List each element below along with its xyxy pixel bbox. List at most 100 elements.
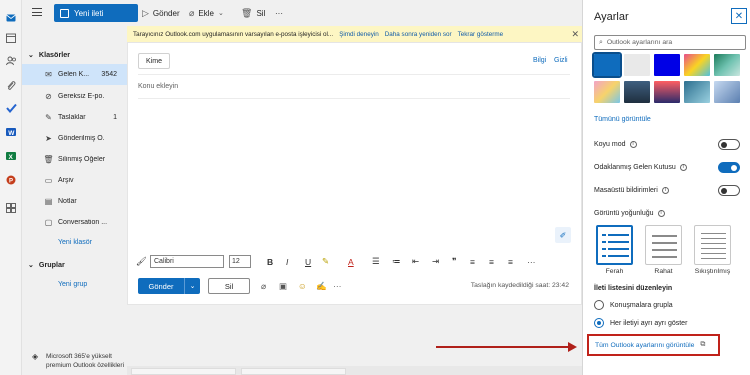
align-left-icon[interactable]: ≡ bbox=[470, 255, 475, 268]
folder-item-junk[interactable]: ⊘ Gereksiz E-po... bbox=[22, 86, 127, 107]
info-icon[interactable]: i bbox=[657, 209, 665, 217]
conversation-title: İleti listesini düzenleyin bbox=[594, 284, 673, 292]
folder-item-archive[interactable]: ▭ Arşiv bbox=[22, 170, 127, 191]
underline-icon[interactable]: U bbox=[305, 255, 311, 268]
close-icon[interactable]: ✕ bbox=[571, 29, 579, 40]
to-button[interactable]: Kime bbox=[138, 53, 170, 69]
theme-swatch-dark-blue[interactable] bbox=[654, 54, 680, 76]
emoji-icon[interactable]: ☺ bbox=[298, 281, 307, 291]
minimized-tab[interactable] bbox=[131, 368, 236, 375]
view-all-settings-link[interactable]: Tüm Outlook ayarlarını görüntüle ⧉ bbox=[587, 334, 720, 356]
delete-button[interactable]: 🗑 Sil bbox=[241, 4, 265, 22]
send-toolbar-button[interactable]: ▷ Gönder bbox=[142, 4, 180, 22]
close-icon[interactable]: ✕ bbox=[731, 8, 747, 24]
new-group-link[interactable]: Yeni grup bbox=[58, 281, 87, 288]
theme-swatch-blue[interactable] bbox=[592, 52, 622, 78]
folder-item-conversation[interactable]: ▢ Conversation ... bbox=[22, 212, 127, 233]
hamburger-menu-icon[interactable] bbox=[32, 8, 42, 16]
desktop-notifications-toggle[interactable] bbox=[718, 185, 740, 196]
apps-icon[interactable] bbox=[5, 202, 17, 214]
ask-later-link[interactable]: Daha sonra yeniden sor bbox=[385, 31, 452, 38]
density-line bbox=[701, 258, 726, 259]
theme-swatch-mountain[interactable] bbox=[624, 81, 650, 103]
radio-button-selected[interactable] bbox=[594, 318, 604, 328]
view-all-settings-label: Tüm Outlook ayarlarını görüntüle bbox=[595, 341, 695, 349]
numbering-icon[interactable]: ≔ bbox=[392, 255, 401, 268]
theme-swatch-gray[interactable] bbox=[624, 54, 650, 76]
discard-button[interactable]: Sil bbox=[208, 278, 250, 294]
density-option-rahat[interactable] bbox=[645, 225, 682, 265]
theme-swatch-sunset[interactable] bbox=[654, 81, 680, 103]
subject-input[interactable]: Konu ekleyin bbox=[138, 83, 178, 90]
info-icon[interactable]: i bbox=[629, 140, 637, 148]
more-formatting-icon[interactable]: ··· bbox=[527, 255, 536, 268]
more-options-icon[interactable]: ··· bbox=[333, 281, 342, 291]
format-paint-icon[interactable]: ✐ bbox=[555, 227, 571, 243]
calendar-icon[interactable] bbox=[5, 32, 17, 44]
people-icon[interactable] bbox=[5, 55, 17, 67]
editor-icon[interactable]: ✍ bbox=[316, 281, 327, 292]
font-size-select[interactable]: 12 bbox=[229, 255, 251, 268]
quote-icon[interactable]: ❞ bbox=[452, 255, 457, 268]
never-show-link[interactable]: Tekrar gösterme bbox=[458, 31, 504, 38]
font-select[interactable]: Calibri bbox=[150, 255, 224, 268]
folder-item-drafts[interactable]: ✎ Taslaklar 1 bbox=[22, 107, 127, 128]
more-actions-button[interactable]: ··· bbox=[275, 4, 283, 22]
theme-swatch-circuit[interactable] bbox=[684, 81, 710, 103]
outdent-icon[interactable]: ⇤ bbox=[412, 255, 419, 268]
bcc-link[interactable]: Gizli bbox=[554, 57, 568, 64]
separate-messages-option[interactable]: Her iletiyi ayrı ayrı göster bbox=[594, 318, 687, 328]
focused-inbox-toggle[interactable] bbox=[718, 162, 740, 173]
minimized-tab[interactable] bbox=[241, 368, 346, 375]
bold-icon[interactable]: B bbox=[267, 255, 273, 268]
format-painter-icon[interactable]: 🖌 bbox=[136, 255, 147, 268]
cc-link[interactable]: Bilgi bbox=[533, 57, 546, 64]
new-mail-button[interactable]: Yeni ileti bbox=[54, 4, 138, 22]
group-conversations-option[interactable]: Konuşmalara grupla bbox=[594, 300, 673, 310]
attach-button[interactable]: ⌀ Ekle ⌄ bbox=[189, 4, 224, 22]
diamond-icon: ◈ bbox=[32, 352, 39, 361]
highlight-icon[interactable]: ✎ bbox=[322, 255, 329, 268]
info-icon[interactable]: i bbox=[679, 163, 687, 171]
folder-item-inbox[interactable]: ✉ Gelen K... 3542 bbox=[22, 64, 127, 85]
indent-icon[interactable]: ⇥ bbox=[432, 255, 439, 268]
send-button[interactable]: Gönder ⌄ bbox=[138, 278, 200, 294]
font-color-icon[interactable]: A bbox=[348, 255, 354, 268]
theme-swatch-pastel[interactable] bbox=[594, 81, 620, 103]
folder-item-sent[interactable]: ➤ Gönderilmiş Ö... bbox=[22, 128, 127, 149]
density-option-ferah[interactable] bbox=[596, 225, 633, 265]
message-body[interactable] bbox=[138, 103, 570, 248]
info-icon[interactable]: i bbox=[661, 186, 669, 194]
radio-button[interactable] bbox=[594, 300, 604, 310]
annotation-arrow-head bbox=[568, 342, 577, 352]
folder-label: Taslaklar bbox=[58, 114, 86, 121]
folder-item-deleted[interactable]: 🗑 Silinmiş Öğeler bbox=[22, 149, 127, 170]
align-right-icon[interactable]: ≡ bbox=[508, 255, 513, 268]
banner-text: Tarayıcınız Outlook.com uygulamasının va… bbox=[133, 30, 334, 38]
settings-search-input[interactable]: ⌕ Outlook ayarlarını ara bbox=[594, 35, 746, 50]
dark-mode-toggle[interactable] bbox=[718, 139, 740, 150]
new-folder-link[interactable]: Yeni klasör bbox=[58, 239, 92, 246]
todo-icon[interactable] bbox=[5, 102, 17, 114]
folder-item-notes[interactable]: ▤ Notlar bbox=[22, 191, 127, 212]
italic-icon[interactable]: I bbox=[286, 255, 288, 268]
chevron-down-icon[interactable]: ⌄ bbox=[184, 278, 200, 294]
theme-swatch-nature[interactable] bbox=[714, 54, 740, 76]
show-all-themes-link[interactable]: Tümünü görüntüle bbox=[594, 116, 651, 123]
density-option-compact[interactable] bbox=[694, 225, 731, 265]
mail-icon[interactable] bbox=[5, 12, 17, 24]
folders-header[interactable]: ⌄ Klasörler bbox=[28, 50, 70, 59]
insert-image-icon[interactable]: ▣ bbox=[279, 281, 287, 292]
powerpoint-icon[interactable]: P bbox=[5, 174, 17, 186]
try-now-link[interactable]: Şimdi deneyin bbox=[339, 31, 379, 38]
premium-upsell[interactable]: ◈ Microsoft 365'e yükselt premium Outloo… bbox=[32, 352, 127, 370]
excel-icon[interactable]: X bbox=[5, 150, 17, 162]
bullets-icon[interactable]: ☰ bbox=[372, 255, 380, 268]
align-center-icon[interactable]: ≡ bbox=[489, 255, 494, 268]
word-icon[interactable]: W bbox=[5, 126, 17, 138]
groups-header[interactable]: ⌄ Gruplar bbox=[28, 260, 65, 269]
attachment-icon[interactable] bbox=[5, 80, 17, 92]
theme-swatch-colorful[interactable] bbox=[684, 54, 710, 76]
theme-swatch-lines[interactable] bbox=[714, 81, 740, 103]
attach-file-icon[interactable]: ⌀ bbox=[261, 281, 266, 292]
